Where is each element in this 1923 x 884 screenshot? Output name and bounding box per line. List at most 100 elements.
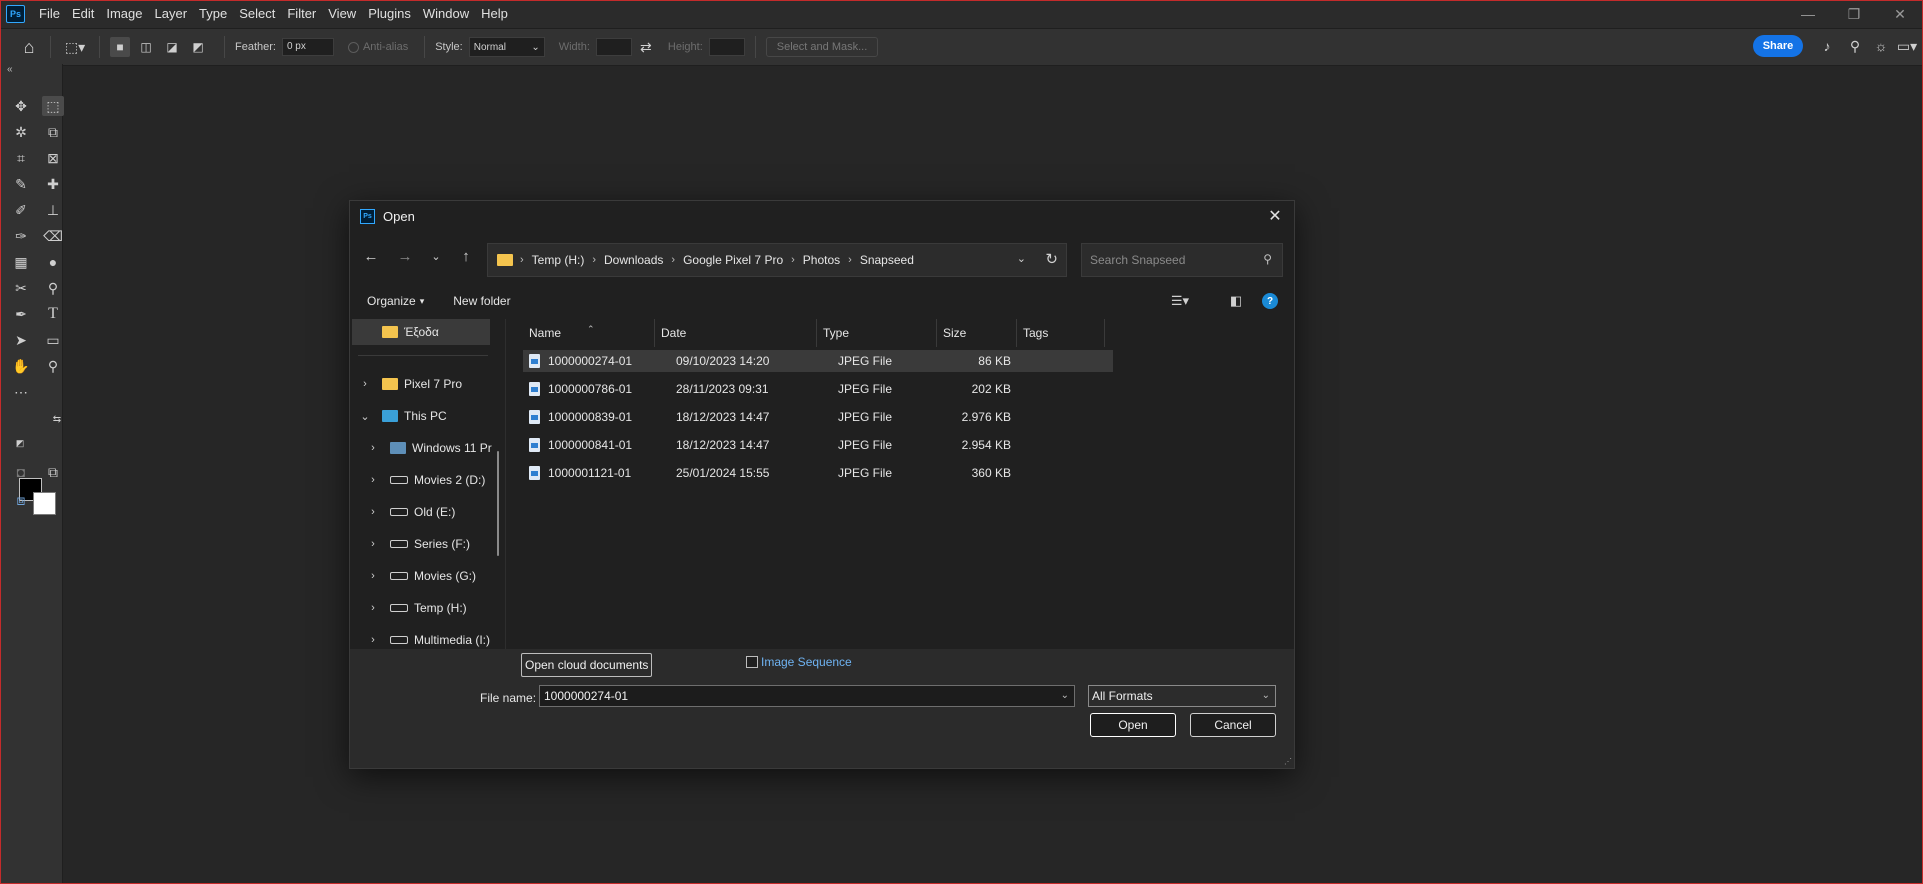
artboard-tool-icon[interactable]: ⧉ (42, 122, 64, 142)
chevron-down-icon[interactable]: ⌄ (358, 410, 372, 423)
intersect-selection-icon[interactable]: ◩ (188, 37, 208, 57)
menu-type[interactable]: Type (193, 0, 233, 28)
eyedropper-tool-icon[interactable]: ✎ (10, 174, 32, 194)
chevron-right-icon[interactable]: › (366, 506, 380, 518)
notifications-icon[interactable]: ♪ (1817, 36, 1837, 56)
healing-brush-tool-icon[interactable]: ✚ (42, 174, 64, 194)
feather-input[interactable]: 0 px (281, 38, 334, 56)
nav-item-old[interactable]: › Old (E:) (366, 499, 455, 525)
add-selection-icon[interactable]: ◫ (136, 37, 156, 57)
width-input[interactable] (595, 38, 632, 56)
column-header-name[interactable]: ⌃ Name (523, 319, 655, 347)
breadcrumb-temp-h[interactable]: Temp (H:) (532, 253, 585, 267)
move-tool-icon[interactable]: ✥ (10, 96, 32, 116)
blur-tool-icon[interactable]: ● (42, 252, 64, 272)
screen-mode-icon[interactable]: ⧉ (42, 462, 64, 482)
file-name-input[interactable]: 1000000274-01 ⌄ (539, 685, 1075, 707)
menu-window[interactable]: Window (417, 0, 475, 28)
path-selection-tool-icon[interactable]: ➤ (10, 330, 32, 350)
pane-divider[interactable] (505, 319, 506, 649)
image-sequence-checkbox[interactable] (746, 656, 758, 668)
chevron-right-icon[interactable]: › (366, 538, 380, 550)
collapse-panel-icon[interactable]: « (7, 64, 13, 75)
sponge-tool-icon[interactable]: ⚲ (42, 278, 64, 298)
help-icon[interactable]: ? (1260, 292, 1280, 310)
menu-file[interactable]: File (33, 0, 66, 28)
forward-icon[interactable]: → (393, 244, 417, 268)
close-icon[interactable]: ✕ (1877, 0, 1923, 28)
address-bar[interactable]: › Temp (H:) › Downloads › Google Pixel 7… (487, 243, 1067, 277)
chevron-right-icon[interactable]: › (366, 474, 380, 486)
nav-scrollbar[interactable] (497, 451, 499, 556)
select-and-mask-button[interactable]: Select and Mask... (765, 37, 879, 57)
discover-icon[interactable]: ☼ (1871, 36, 1891, 56)
dodge-tool-icon[interactable]: ✂ (10, 278, 32, 298)
chevron-right-icon[interactable]: › (366, 442, 380, 454)
height-input[interactable] (708, 38, 745, 56)
pen-tool-icon[interactable]: ✒ (10, 304, 32, 324)
nav-item-multimedia[interactable]: › Multimedia (I:) (366, 627, 490, 647)
type-tool-icon[interactable]: T (42, 304, 64, 324)
rectangle-tool-icon[interactable]: ▭ (42, 330, 64, 350)
menu-help[interactable]: Help (475, 0, 514, 28)
chevron-down-icon[interactable]: ⌄ (1017, 252, 1026, 265)
resize-grip-icon[interactable]: ⋰ (1284, 757, 1292, 766)
open-cloud-documents-button[interactable]: Open cloud documents (521, 653, 653, 677)
swap-dimensions-icon[interactable]: ⇄ (632, 36, 660, 58)
history-brush-tool-icon[interactable]: ✑ (10, 226, 32, 246)
swap-colors-icon[interactable]: ⇆ (46, 409, 68, 429)
subtract-selection-icon[interactable]: ◪ (162, 37, 182, 57)
crop-tool-icon[interactable]: ⌗ (10, 148, 32, 168)
minimize-icon[interactable]: — (1785, 0, 1831, 28)
breadcrumb-downloads[interactable]: Downloads (604, 253, 663, 267)
gradient-tool-icon[interactable]: ▦ (10, 252, 32, 272)
more-tools-icon[interactable]: ⋯ (10, 382, 32, 402)
organize-button[interactable]: Organize ▾ (367, 294, 424, 308)
zoom-tool-icon[interactable]: ⚲ (42, 356, 64, 376)
image-sequence-option[interactable]: Image Sequence (746, 655, 852, 669)
quick-mask-icon[interactable]: ◘ (10, 462, 32, 482)
eraser-tool-icon[interactable]: ⌫ (42, 226, 64, 246)
breadcrumb-google-pixel[interactable]: Google Pixel 7 Pro (683, 253, 783, 267)
back-icon[interactable]: ← (359, 244, 383, 268)
clone-stamp-tool-icon[interactable]: ⊥ (42, 200, 64, 220)
new-folder-button[interactable]: New folder (453, 294, 510, 308)
menu-image[interactable]: Image (100, 0, 148, 28)
brush-tool-icon[interactable]: ✐ (10, 200, 32, 220)
nav-item-windows-11[interactable]: › Windows 11 Pr (366, 435, 492, 461)
nav-item-this-pc[interactable]: ⌄ This PC (358, 403, 446, 429)
recent-locations-icon[interactable]: ⌄ (424, 244, 448, 268)
column-header-tags[interactable]: Tags (1017, 319, 1105, 347)
home-icon[interactable]: ⌂ (18, 36, 40, 58)
menu-select[interactable]: Select (233, 0, 281, 28)
table-row[interactable]: 1000001121-01 25/01/2024 15:55 JPEG File… (523, 462, 1113, 484)
breadcrumb-photos[interactable]: Photos (803, 253, 840, 267)
table-row[interactable]: 1000000274-01 09/10/2023 14:20 JPEG File… (523, 350, 1113, 372)
column-header-type[interactable]: Type (817, 319, 937, 347)
chevron-right-icon[interactable]: › (358, 378, 372, 390)
nav-item-exoda[interactable]: Έξοδα (352, 319, 490, 345)
chevron-down-icon[interactable]: ⌄ (1061, 690, 1069, 701)
menu-plugins[interactable]: Plugins (362, 0, 417, 28)
marquee-tool-icon[interactable]: ⬚ (42, 96, 64, 116)
background-color-swatch[interactable] (33, 492, 56, 515)
table-row[interactable]: 1000000786-01 28/11/2023 09:31 JPEG File… (523, 378, 1113, 400)
object-selection-tool-icon[interactable]: ✲ (10, 122, 32, 142)
menu-layer[interactable]: Layer (149, 0, 194, 28)
column-header-size[interactable]: Size (937, 319, 1017, 347)
table-row[interactable]: 1000000841-01 18/12/2023 14:47 JPEG File… (523, 434, 1113, 456)
menu-view[interactable]: View (322, 0, 362, 28)
anti-alias-checkbox[interactable] (347, 41, 359, 53)
table-row[interactable]: 1000000839-01 18/12/2023 14:47 JPEG File… (523, 406, 1113, 428)
new-selection-icon[interactable]: ■ (110, 37, 130, 57)
generative-icon[interactable]: ⧈ (10, 490, 32, 510)
chevron-right-icon[interactable]: › (366, 570, 380, 582)
up-icon[interactable]: ↑ (454, 244, 478, 268)
menu-filter[interactable]: Filter (281, 0, 322, 28)
chevron-right-icon[interactable]: › (366, 602, 380, 614)
frame-tool-icon[interactable]: ⊠ (42, 148, 64, 168)
cancel-button[interactable]: Cancel (1190, 713, 1276, 737)
nav-item-movies-2[interactable]: › Movies 2 (D:) (366, 467, 485, 493)
hand-tool-icon[interactable]: ✋ (10, 356, 32, 376)
view-options-icon[interactable]: ☰▾ (1170, 292, 1190, 310)
